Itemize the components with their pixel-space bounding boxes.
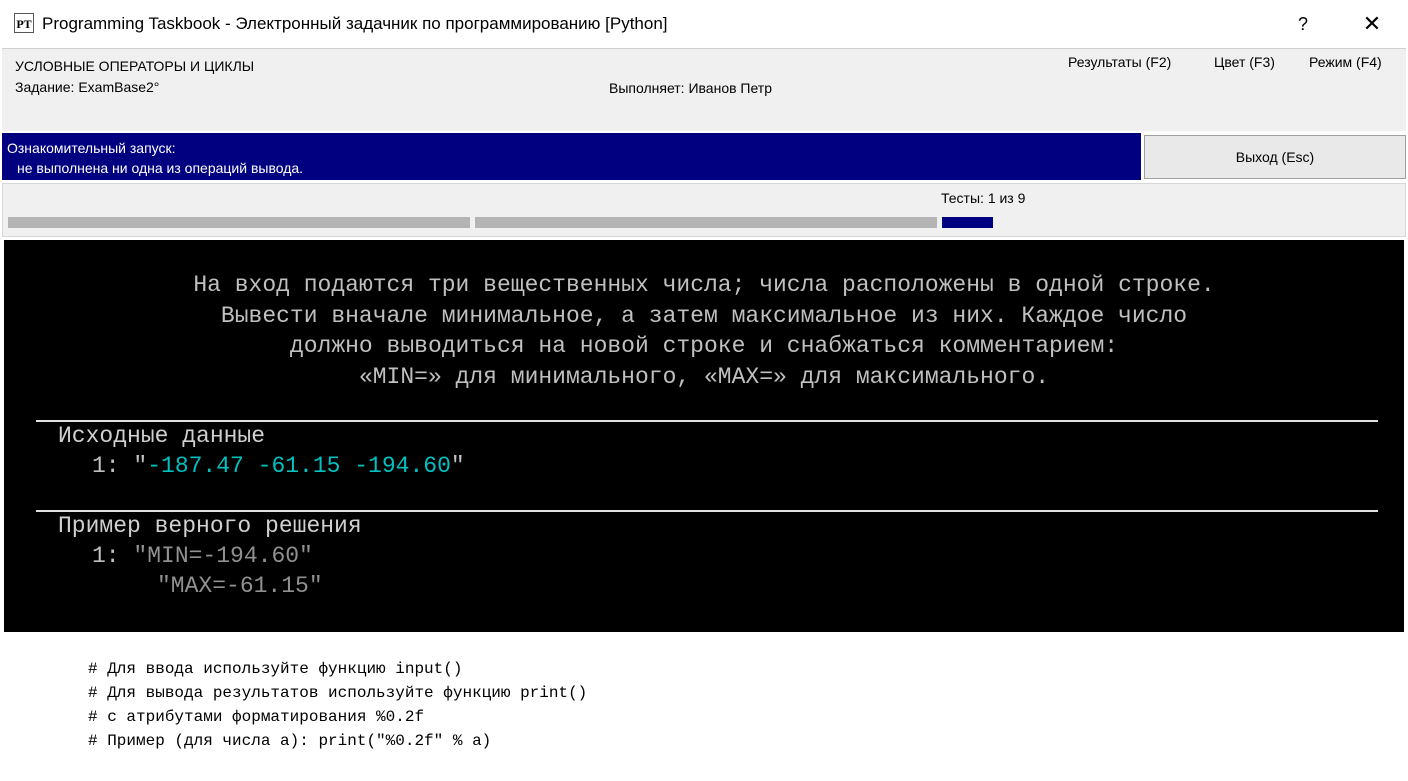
info-panel: УСЛОВНЫЕ ОПЕРАТОРЫ И ЦИКЛЫ Задание: Exam… [2,48,1406,131]
example-output-max: "MAX=-61.15" [157,573,323,599]
input-prefix: 1: " [92,453,148,479]
progress-segment [8,217,470,228]
hint-line: # Для вывода результатов используйте фун… [88,684,588,702]
task-line: Вывести вначале минимальное, а затем мак… [220,302,1188,329]
tests-counter: Тесты: 1 из 9 [941,190,1025,206]
example-prefix: 1: [92,543,134,569]
status-line-2: не выполнена ни одна из операций вывода. [17,160,304,176]
example-output-line: "MAX=-61.15" [157,573,323,599]
exit-button[interactable]: Выход (Esc) [1144,135,1406,179]
hint-line: # с атрибутами форматирования %0.2f [88,708,425,726]
task-formulation: На вход подаются три вещественных числа;… [4,270,1404,392]
tests-value: 1 из 9 [987,190,1026,206]
input-data-title: Исходные данные [58,423,266,449]
hint-line: # Пример (для числа a): print("%0.2f" % … [88,732,492,750]
status-line-1: Ознакомительный запуск: [7,140,176,156]
input-suffix: " [450,453,465,479]
task-line: На вход подаются три вещественных числа;… [193,272,1215,298]
student-name: Выполняет: Иванов Петр [609,80,773,96]
help-button[interactable]: ? [1280,0,1326,48]
color-menu-item[interactable]: Цвет (F3) [1214,54,1275,70]
hint-line: # Для ввода используйте функцию input() [88,660,463,678]
tests-progress-panel: Тесты: 1 из 9 [2,183,1406,237]
example-output-line: 1: "MIN=-194.60" [92,543,313,569]
progress-segment [475,217,937,228]
example-output-min: "MIN=-194.60" [133,543,313,569]
task-display: На вход подаются три вещественных числа;… [4,240,1404,632]
input-data-line: 1: "-187.47 -61.15 -194.60" [92,453,465,479]
mode-menu-item[interactable]: Режим (F4) [1309,54,1382,70]
app-icon[interactable]: PT [14,13,34,33]
results-menu-item[interactable]: Результаты (F2) [1068,54,1171,70]
current-test-indicator [942,217,993,228]
input-values: -187.47 -61.15 -194.60 [147,453,451,479]
example-solution-title: Пример верного решения [58,513,362,539]
section-divider [36,420,1378,422]
task-group-name: УСЛОВНЫЕ ОПЕРАТОРЫ И ЦИКЛЫ [15,58,255,74]
section-divider [36,510,1378,512]
title-bar[interactable]: PT Programming Taskbook - Электронный за… [0,0,1408,48]
task-line: «MIN=» для минимального, «MAX=» для макс… [358,363,1050,390]
code-hint-area: # Для ввода используйте функцию input() … [4,634,1404,779]
tests-label: Тесты: [941,190,984,206]
window-title: Programming Taskbook - Электронный задач… [42,14,668,33]
task-name: Задание: ExamBase2° [15,79,160,95]
close-button[interactable]: ✕ [1349,0,1395,48]
task-line: должно выводиться на новой строке и снаб… [289,333,1119,359]
run-status-box: Ознакомительный запуск: не выполнена ни … [2,133,1141,180]
